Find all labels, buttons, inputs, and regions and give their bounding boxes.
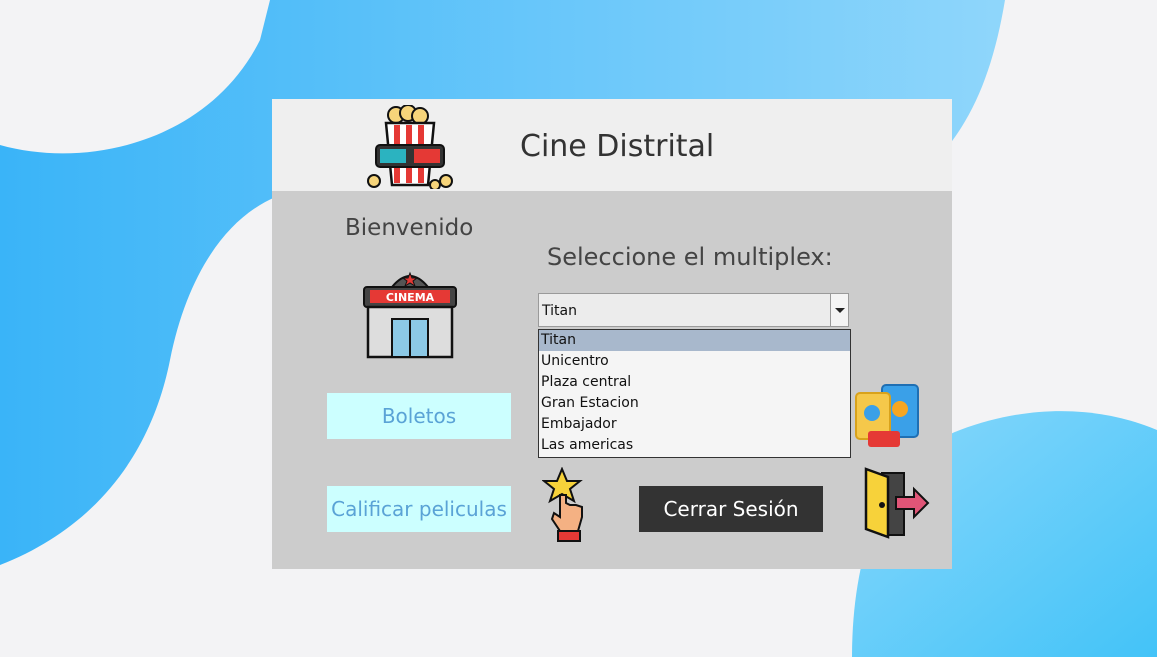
cerrar-sesion-button[interactable]: Cerrar Sesión [639, 486, 823, 532]
chevron-down-icon[interactable] [830, 294, 848, 326]
main-panel: Cine Distrital Bienvenido CINEMA Selecci… [272, 99, 952, 569]
dropdown-option[interactable]: Titan [539, 330, 850, 351]
welcome-label: Bienvenido [345, 215, 474, 241]
calificar-peliculas-button[interactable]: Calificar peliculas [327, 486, 511, 532]
dropdown-option[interactable]: Embajador [539, 414, 850, 435]
dropdown-option[interactable]: Unicentro [539, 351, 850, 372]
multiplex-select-value: Titan [542, 303, 577, 319]
app-title: Cine Distrital [520, 129, 715, 164]
exit-door-icon [864, 467, 930, 539]
dropdown-option[interactable]: Plaza central [539, 372, 850, 393]
dropdown-option[interactable]: Las americas [539, 435, 850, 456]
dropdown-option[interactable]: Gran Estacion [539, 393, 850, 414]
multiplex-dropdown-list: Titan Unicentro Plaza central Gran Estac… [538, 329, 851, 458]
popcorn-3d-glasses-icon [367, 105, 453, 189]
snacks-icon [855, 384, 919, 447]
cinema-building-icon: CINEMA [363, 271, 457, 359]
boletos-button[interactable]: Boletos [327, 393, 511, 439]
multiplex-select-label: Seleccione el multiplex: [547, 243, 833, 271]
svg-text:CINEMA: CINEMA [386, 291, 435, 304]
hand-star-icon [542, 467, 583, 542]
header-bar: Cine Distrital [272, 99, 952, 191]
multiplex-select[interactable]: Titan [538, 293, 849, 327]
